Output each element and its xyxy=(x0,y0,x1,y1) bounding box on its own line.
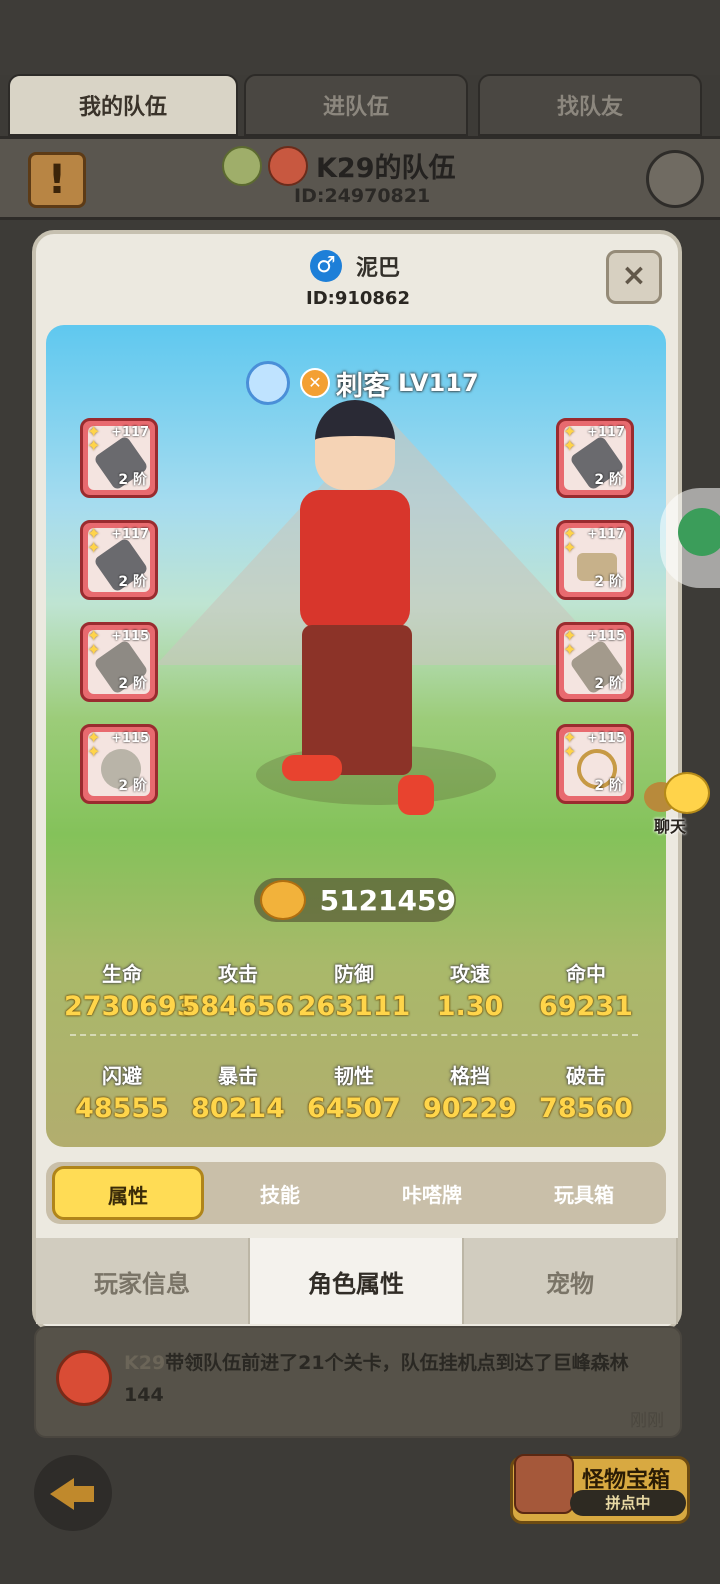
equip-slot-right-2[interactable]: ✦ ✦ +117 2 阶 xyxy=(556,520,634,600)
chat-timestamp: 刚刚 xyxy=(630,1411,664,1431)
boar-chest-icon xyxy=(514,1454,574,1514)
subtab-cards[interactable]: 咔嗒牌 xyxy=(356,1179,508,1208)
tab-join-team[interactable]: 进队伍 xyxy=(244,74,468,136)
character-model xyxy=(282,400,440,815)
stat-pierce: 破击 78560 xyxy=(539,1064,633,1124)
team-tabs: 我的队伍 进队伍 找队友 xyxy=(0,74,720,136)
chest-status: 拼点中 xyxy=(570,1490,686,1516)
top-background xyxy=(0,0,720,75)
team-id: ID:24970821 xyxy=(294,185,431,207)
modal-bottom-tabs: 玩家信息 角色属性 宠物 xyxy=(36,1238,678,1324)
close-button[interactable]: × xyxy=(606,250,662,304)
assassin-class-icon: ✕ xyxy=(300,368,330,398)
tab-pets[interactable]: 宠物 xyxy=(464,1238,678,1324)
team-emblem-icon xyxy=(268,146,308,186)
character-name: 泥巴 xyxy=(356,256,401,281)
character-id: ID:910862 xyxy=(306,288,410,309)
rank-crystal-icon xyxy=(246,361,290,405)
stat-block: 格挡 90229 xyxy=(423,1064,517,1124)
tab-my-team[interactable]: 我的队伍 xyxy=(8,74,238,136)
stats-divider xyxy=(70,1034,638,1036)
stat-attack-speed: 攻速 1.30 xyxy=(436,962,504,1022)
tab-player-info[interactable]: 玩家信息 xyxy=(36,1238,250,1324)
alert-button[interactable]: ! xyxy=(28,152,86,208)
chat-button-label: 聊天 xyxy=(654,817,687,836)
stat-toughness: 韧性 64507 xyxy=(307,1064,401,1124)
stat-crit: 暴击 80214 xyxy=(191,1064,285,1124)
character-level: LV117 xyxy=(398,369,479,397)
settings-round-button[interactable] xyxy=(646,150,704,208)
equip-slot-left-4[interactable]: ✦ ✦ +115 2 阶 xyxy=(80,724,158,804)
combat-power-value: 5121459 xyxy=(319,883,456,917)
equip-slot-right-3[interactable]: ✦ ✦ +115 2 阶 xyxy=(556,622,634,702)
tab-character-attributes[interactable]: 角色属性 xyxy=(250,1238,464,1324)
stat-hp: 生命 2730693 xyxy=(64,962,196,1022)
rank-badge-icon xyxy=(222,146,262,186)
tab-find-teammate[interactable]: 找队友 xyxy=(478,74,702,136)
avatar xyxy=(56,1350,112,1406)
subtab-attributes[interactable]: 属性 xyxy=(52,1166,204,1220)
stat-dodge: 闪避 48555 xyxy=(75,1064,169,1124)
power-arm-icon xyxy=(260,880,306,920)
stat-defense: 防御 263111 xyxy=(297,962,411,1022)
detail-subtabs: 属性 技能 咔嗒牌 玩具箱 xyxy=(46,1162,666,1224)
equip-slot-left-3[interactable]: ✦ ✦ +115 2 阶 xyxy=(80,622,158,702)
smile-bubble-icon xyxy=(664,772,710,814)
equip-slot-left-1[interactable]: ✦ ✦ +117 2 阶 xyxy=(80,418,158,498)
subtab-toybox[interactable]: 玩具箱 xyxy=(508,1179,660,1208)
class-name: 刺客 xyxy=(336,370,390,402)
equip-slot-left-2[interactable]: ✦ ✦ +117 2 阶 xyxy=(80,520,158,600)
stat-attack: 攻击 584656 xyxy=(181,962,295,1022)
wechat-icon xyxy=(678,508,720,556)
chat-message: K29带领队伍前进了21个关卡，队伍挂机点到达了巨峰森林144 xyxy=(124,1352,629,1406)
combat-power: 5121459 xyxy=(254,878,456,922)
back-arrow-bar xyxy=(70,1486,94,1502)
team-name: K29的队伍 xyxy=(316,153,456,184)
subtab-skills[interactable]: 技能 xyxy=(204,1179,356,1208)
stats-row-2: 闪避 48555 暴击 80214 韧性 64507 格挡 90229 破击 78560 xyxy=(64,1060,644,1124)
stat-accuracy: 命中 69231 xyxy=(539,962,633,1022)
equip-slot-right-4[interactable]: ✦ ✦ +115 2 阶 xyxy=(556,724,634,804)
male-gender-icon: ♂ xyxy=(310,250,342,282)
stats-row-1: 生命 2730693 攻击 584656 防御 263111 攻速 1.30 命中 692… xyxy=(64,958,644,1022)
equip-slot-right-1[interactable]: ✦ ✦ +117 2 阶 xyxy=(556,418,634,498)
